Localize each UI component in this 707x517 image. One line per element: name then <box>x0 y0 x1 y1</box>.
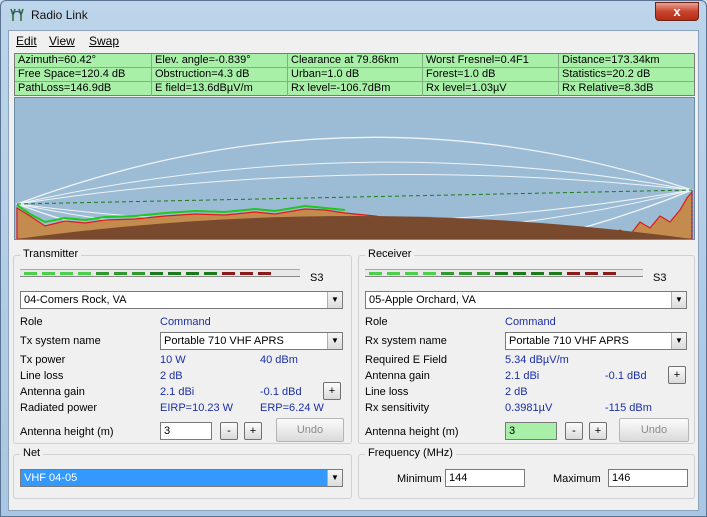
menu-edit[interactable]: Edit <box>16 34 37 48</box>
tx-signal-label: S3 <box>310 272 324 284</box>
rx-sens-label: Rx sensitivity <box>365 402 430 414</box>
window-title: Radio Link <box>31 8 88 22</box>
rx-lineloss-label: Line loss <box>365 386 409 398</box>
rx-system-select[interactable]: Portable 710 VHF APRS ▼ <box>505 332 687 350</box>
info-distance: Distance=173.34km <box>559 54 694 68</box>
rx-field-value: 5.34 dBµV/m <box>505 354 569 366</box>
chevron-down-icon[interactable]: ▼ <box>327 333 342 349</box>
frequency-group: Frequency (MHz) Minimum 144 Maximum 146 <box>358 447 695 499</box>
tx-gain-dbd: -0.1 dBd <box>260 386 302 398</box>
rx-field-label: Required E Field <box>365 354 447 366</box>
link-info-grid: Azimuth=60.42° Elev. angle=-0.839° Clear… <box>14 53 695 96</box>
info-clearance: Clearance at 79.86km <box>288 54 423 68</box>
rx-site-select[interactable]: 05-Apple Orchard, VA ▼ <box>365 291 687 309</box>
rx-height-decrement-button[interactable]: - <box>565 422 583 440</box>
receiver-title: Receiver <box>365 248 415 260</box>
rx-height-label: Antenna height (m) <box>365 426 459 438</box>
rx-gain-dbi: 2.1 dBi <box>505 370 540 382</box>
info-elev-angle: Elev. angle=-0.839° <box>152 54 288 68</box>
info-rx-level-dbm: Rx level=-106.7dBm <box>288 82 423 96</box>
frequency-max-input[interactable]: 146 <box>608 469 688 487</box>
info-statistics: Statistics=20.2 dB <box>559 68 694 82</box>
tx-radiated-label: Radiated power <box>20 402 98 414</box>
chevron-down-icon[interactable]: ▼ <box>671 292 686 308</box>
rx-lineloss-value: 2 dB <box>505 386 528 398</box>
rx-gain-label: Antenna gain <box>365 370 430 382</box>
frequency-max-label: Maximum <box>553 473 601 485</box>
client-area: Edit View Swap Azimuth=60.42° Elev. angl… <box>8 30 699 511</box>
tx-system-select[interactable]: Portable 710 VHF APRS ▼ <box>160 332 343 350</box>
info-forest: Forest=1.0 dB <box>423 68 559 82</box>
tx-undo-button[interactable]: Undo <box>276 418 344 442</box>
info-azimuth: Azimuth=60.42° <box>15 54 152 68</box>
tx-height-input[interactable]: 3 <box>160 422 212 440</box>
radio-link-app-icon <box>10 8 24 21</box>
rx-system-label: Rx system name <box>365 335 447 347</box>
tx-site-select[interactable]: 04-Comers Rock, VA ▼ <box>20 291 343 309</box>
tx-power-w: 10 W <box>160 354 186 366</box>
rx-gain-dbd: -0.1 dBd <box>605 370 647 382</box>
tx-erp: ERP=6.24 W <box>260 402 324 414</box>
info-efield: E field=13.6dBµV/m <box>152 82 288 96</box>
menu-swap[interactable]: Swap <box>89 34 119 48</box>
terrain-profile-graphic <box>15 98 694 239</box>
rx-height-input[interactable]: 3 <box>505 422 557 440</box>
rx-sens-dbm: -115 dBm <box>605 402 652 414</box>
transmitter-group: Transmitter S3 04-Comers Rock, VA ▼ Role… <box>13 248 352 444</box>
net-select[interactable]: VHF 04-05 ▼ <box>20 469 343 487</box>
tx-gain-dbi: 2.1 dBi <box>160 386 195 398</box>
rx-signal-label: S3 <box>653 272 667 284</box>
menu-bar: Edit View Swap <box>9 31 698 51</box>
tx-height-increment-button[interactable]: + <box>244 422 262 440</box>
rx-height-increment-button[interactable]: + <box>589 422 607 440</box>
info-rx-relative: Rx Relative=8.3dB <box>562 82 654 94</box>
tx-height-decrement-button[interactable]: - <box>220 422 238 440</box>
tx-lineloss-value: 2 dB <box>160 370 183 382</box>
rx-gain-add-button[interactable]: + <box>668 366 686 384</box>
info-obstruction: Obstruction=4.3 dB <box>152 68 288 82</box>
tx-system-label: Tx system name <box>20 335 101 347</box>
net-title: Net <box>20 447 44 459</box>
frequency-min-label: Minimum <box>397 473 442 485</box>
chevron-down-icon[interactable]: ▼ <box>671 333 686 349</box>
frequency-title: Frequency (MHz) <box>365 447 456 459</box>
title-bar[interactable]: Radio Link x <box>1 1 706 29</box>
info-urban: Urban=1.0 dB <box>288 68 423 82</box>
rx-role-value: Command <box>505 316 556 328</box>
frequency-min-input[interactable]: 144 <box>445 469 525 487</box>
receiver-group: Receiver S3 05-Apple Orchard, VA ▼ Role … <box>358 248 695 444</box>
tx-power-dbm: 40 dBm <box>260 354 298 366</box>
transmitter-title: Transmitter <box>20 248 82 260</box>
tx-height-label: Antenna height (m) <box>20 426 114 438</box>
tx-signal-meter <box>20 269 300 277</box>
rx-sens-uv: 0.3981µV <box>505 402 553 414</box>
rx-role-label: Role <box>365 316 388 328</box>
tx-role-label: Role <box>20 316 43 328</box>
close-icon: x <box>673 4 681 19</box>
info-pathloss: PathLoss=146.9dB <box>15 82 152 96</box>
info-worst-fresnel: Worst Fresnel=0.4F1 <box>423 54 559 68</box>
tx-eirp: EIRP=10.23 W <box>160 402 234 414</box>
tx-gain-label: Antenna gain <box>20 386 85 398</box>
chevron-down-icon[interactable]: ▼ <box>327 470 342 486</box>
info-rx-level-uv: Rx level=1.03µV <box>423 82 559 96</box>
tx-lineloss-label: Line loss <box>20 370 64 382</box>
close-button[interactable]: x <box>655 2 699 21</box>
terrain-profile[interactable] <box>14 97 695 240</box>
tx-gain-add-button[interactable]: + <box>323 382 341 400</box>
menu-view[interactable]: View <box>49 34 75 48</box>
info-free-space: Free Space=120.4 dB <box>15 68 152 82</box>
tx-power-label: Tx power <box>20 354 66 366</box>
tx-role-value: Command <box>160 316 211 328</box>
chevron-down-icon[interactable]: ▼ <box>327 292 342 308</box>
rx-undo-button[interactable]: Undo <box>619 418 689 442</box>
radio-link-window: Radio Link x Edit View Swap Azimuth=60.4… <box>0 0 707 517</box>
rx-signal-meter <box>365 269 643 277</box>
net-group: Net VHF 04-05 ▼ <box>13 447 352 499</box>
